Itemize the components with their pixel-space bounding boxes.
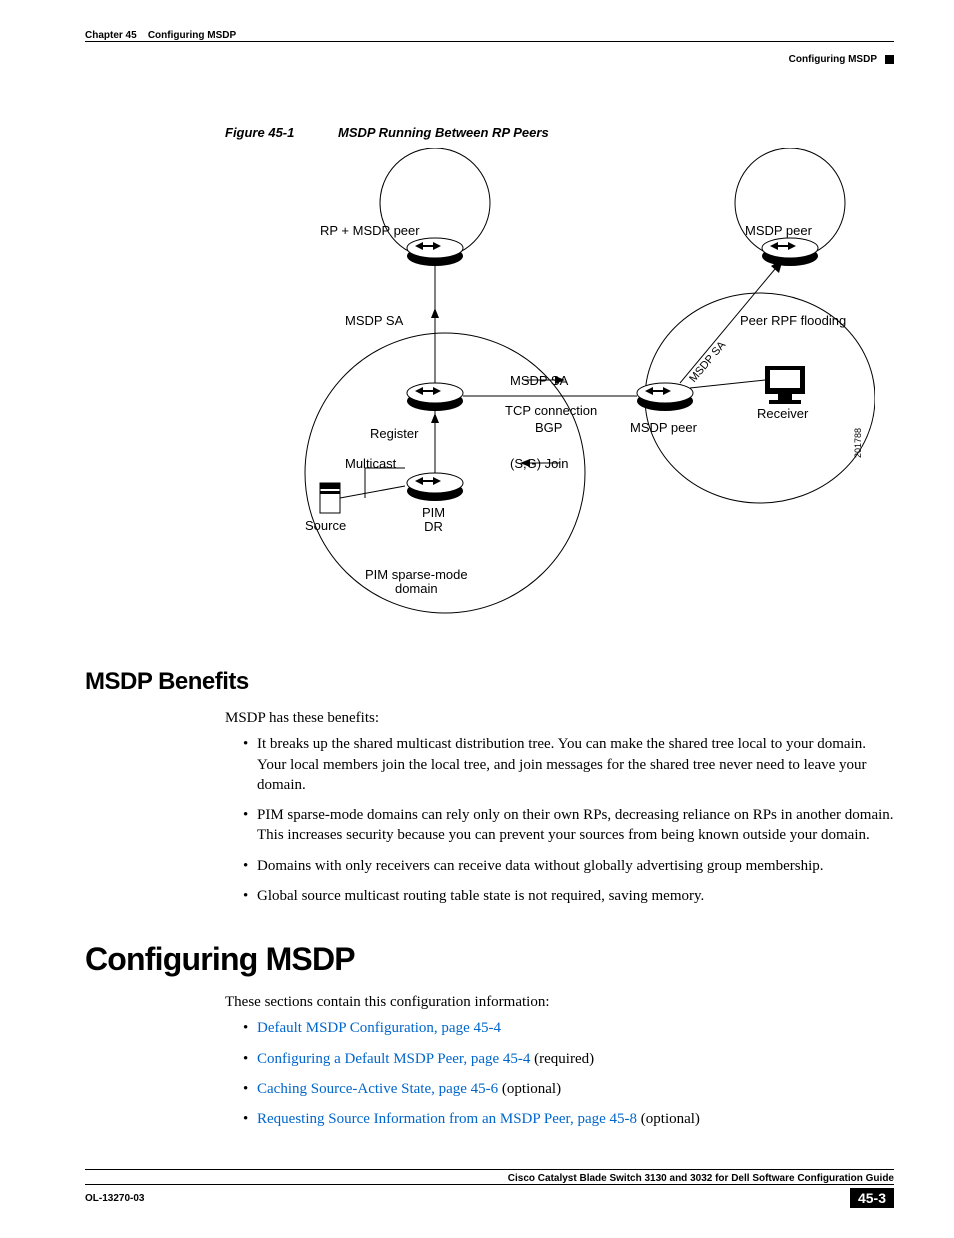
label-pim-domain: PIM sparse-mode domain (365, 568, 468, 597)
header-rule (85, 41, 894, 42)
label-msdp-sa-left: MSDP SA (345, 313, 403, 328)
config-link[interactable]: Caching Source-Active State, page 45-6 (257, 1081, 498, 1097)
label-source: Source (305, 518, 346, 533)
config-link[interactable]: Requesting Source Information from an MS… (257, 1111, 637, 1127)
label-tcp: TCP connection (505, 403, 597, 418)
config-item: Caching Source-Active State, page 45-6 (… (243, 1079, 894, 1099)
benefit-item: Domains with only receivers can receive … (243, 856, 894, 876)
config-suffix: (required) (530, 1051, 594, 1067)
label-rp-msdp-peer: RP + MSDP peer (320, 223, 420, 238)
label-msdp-sa-mid: MSDP SA (510, 373, 568, 388)
figure-diagram: RP + MSDP peer MSDP peer MSDP SA Peer RP… (235, 148, 875, 623)
page-header: Chapter 45 Configuring MSDP (85, 30, 894, 41)
configuring-body: These sections contain this configuratio… (225, 992, 894, 1129)
header-marker-icon (885, 55, 894, 64)
section-title: Configuring MSDP (789, 54, 877, 65)
benefit-item: Global source multicast routing table st… (243, 886, 894, 906)
benefits-intro: MSDP has these benefits: (225, 708, 894, 728)
footer-doc-id: OL-13270-03 (85, 1193, 144, 1204)
footer-guide-title: Cisco Catalyst Blade Switch 3130 and 303… (85, 1173, 894, 1184)
figure-caption: Figure 45-1 MSDP Running Between RP Peer… (225, 125, 894, 140)
label-msdp-peer-top: MSDP peer (745, 223, 812, 238)
benefit-item: PIM sparse-mode domains can rely only on… (243, 805, 894, 846)
config-suffix: (optional) (637, 1111, 700, 1127)
heading-configuring-msdp: Configuring MSDP (85, 941, 894, 978)
config-item: Configuring a Default MSDP Peer, page 45… (243, 1049, 894, 1069)
label-multicast: Multicast (345, 456, 396, 471)
configuring-intro: These sections contain this configuratio… (225, 992, 894, 1012)
label-pim-dr: PIM DR (422, 506, 445, 535)
chapter-title: Configuring MSDP (148, 30, 236, 41)
config-item: Default MSDP Configuration, page 45-4 (243, 1018, 894, 1038)
config-item: Requesting Source Information from an MS… (243, 1109, 894, 1129)
label-msdp-peer-mid: MSDP peer (630, 420, 697, 435)
label-sg-join: (S,G) Join (510, 456, 569, 471)
benefits-body: MSDP has these benefits: It breaks up th… (225, 708, 894, 906)
section-header: Configuring MSDP (85, 54, 894, 65)
label-register: Register (370, 426, 418, 441)
heading-msdp-benefits: MSDP Benefits (85, 668, 894, 696)
label-bgp: BGP (535, 420, 562, 435)
config-suffix: (optional) (498, 1081, 561, 1097)
page-number-badge: 45-3 (850, 1188, 894, 1208)
config-link[interactable]: Configuring a Default MSDP Peer, page 45… (257, 1051, 530, 1067)
benefit-item: It breaks up the shared multicast distri… (243, 734, 894, 795)
figure-title: MSDP Running Between RP Peers (338, 125, 549, 140)
config-link[interactable]: Default MSDP Configuration, page 45-4 (257, 1020, 501, 1036)
label-diagram-id: 201788 (853, 428, 863, 458)
chapter-number: Chapter 45 (85, 30, 137, 41)
label-receiver: Receiver (757, 406, 808, 421)
page-footer: Cisco Catalyst Blade Switch 3130 and 303… (85, 1169, 894, 1208)
figure-number: Figure 45-1 (225, 125, 294, 140)
label-peer-rpf: Peer RPF flooding (740, 313, 846, 328)
